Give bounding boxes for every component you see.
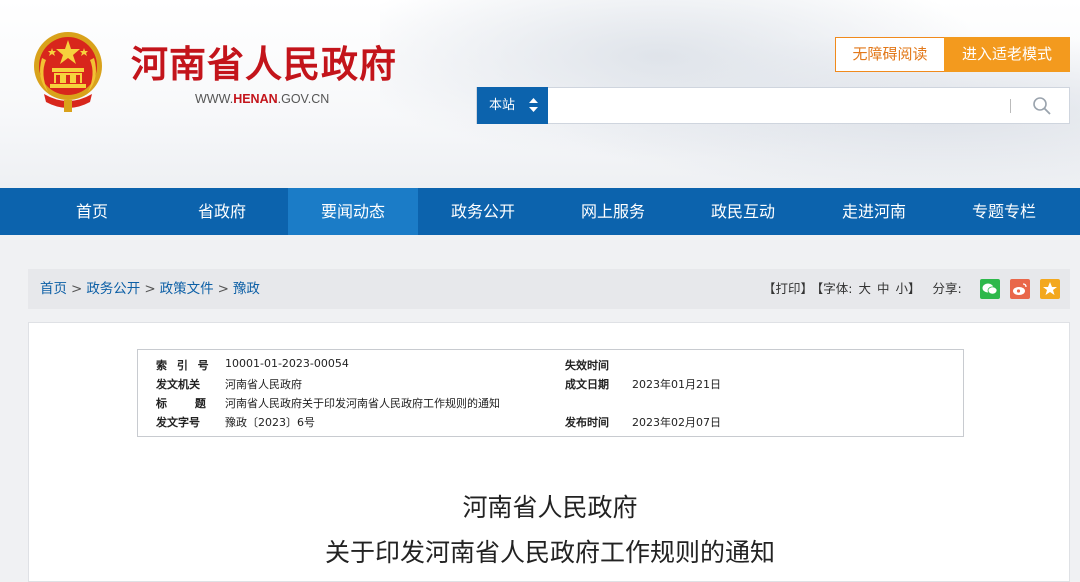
nav-item-government-affairs[interactable]: 政务公开: [418, 188, 548, 235]
meta-created-label: 成文日期: [565, 378, 609, 391]
breadcrumb-separator: >: [217, 281, 229, 297]
meta-index-value: 10001-01-2023-00054: [225, 357, 349, 370]
breadcrumb-policy-documents[interactable]: 政策文件: [160, 281, 214, 297]
meta-docno-label: 发文字号: [156, 416, 200, 429]
search-icon[interactable]: [1032, 96, 1052, 116]
print-button[interactable]: 【打印】: [763, 281, 813, 296]
sort-arrows-icon: [529, 98, 538, 112]
page-tools: 【打印】 【字体: 大中小】 分享:: [763, 269, 966, 309]
font-medium-button[interactable]: 中: [877, 281, 890, 296]
search-scope-select[interactable]: 本站: [477, 87, 548, 124]
document-title-line1: 河南省人民政府: [462, 493, 638, 522]
document-title-line2: 关于印发河南省人民政府工作规则的通知: [324, 538, 775, 567]
favorite-icon[interactable]: [1040, 279, 1060, 299]
meta-expire-label: 失效时间: [565, 359, 609, 372]
breadcrumb-separator: >: [144, 281, 156, 297]
meta-issuer-label: 发文机关: [156, 378, 200, 391]
site-url-host: HENAN: [233, 92, 278, 106]
nav-item-online-services[interactable]: 网上服务: [548, 188, 678, 235]
elder-mode-button[interactable]: 进入适老模式: [944, 37, 1070, 72]
wechat-icon[interactable]: [980, 279, 1000, 299]
breadcrumb-government-affairs[interactable]: 政务公开: [86, 281, 140, 297]
font-size-suffix: 】: [908, 281, 921, 296]
article-content: 索 引 号 10001-01-2023-00054 失效时间 发文机关 河南省人…: [28, 322, 1070, 582]
search-bar: 本站: [476, 87, 1070, 124]
nav-item-interaction[interactable]: 政民互动: [678, 188, 808, 235]
breadcrumb-yuzheng[interactable]: 豫政: [233, 281, 260, 297]
site-header: 河南省人民政府 WWW.HENAN.GOV.CN 无障碍阅读 进入适老模式 本站: [0, 0, 1080, 188]
document-meta-table: 索 引 号 10001-01-2023-00054 失效时间 发文机关 河南省人…: [137, 349, 964, 437]
meta-title-label: 标 题: [156, 397, 218, 410]
font-size-prefix: 【字体:: [817, 281, 853, 296]
font-large-button[interactable]: 大: [858, 281, 871, 296]
site-title[interactable]: 河南省人民政府: [131, 42, 397, 88]
national-emblem-icon[interactable]: [30, 28, 106, 112]
meta-created-value: 2023年01月21日: [632, 378, 721, 391]
meta-published-value: 2023年02月07日: [632, 416, 721, 429]
main-nav: 首页 省政府 要闻动态 政务公开 网上服务 政民互动 走进河南 专题专栏: [0, 188, 1080, 235]
meta-index-label: 索 引 号: [156, 359, 212, 372]
search-input[interactable]: [557, 92, 997, 120]
font-small-button[interactable]: 小: [896, 281, 909, 296]
site-url-suffix: .GOV.CN: [277, 92, 330, 106]
weibo-icon[interactable]: [1010, 279, 1030, 299]
search-divider: [1010, 99, 1011, 113]
meta-published-label: 发布时间: [565, 416, 609, 429]
breadcrumb-home[interactable]: 首页: [40, 281, 67, 297]
accessibility-button[interactable]: 无障碍阅读: [835, 37, 945, 72]
nav-item-about-henan[interactable]: 走进河南: [809, 188, 939, 235]
site-url-prefix: WWW.: [195, 92, 234, 106]
breadcrumb-bar: 首页 > 政务公开 > 政策文件 > 豫政 【打印】 【字体: 大中小】 分享:: [28, 269, 1070, 309]
meta-docno-value: 豫政〔2023〕6号: [225, 416, 315, 429]
site-url[interactable]: WWW.HENAN.GOV.CN: [195, 92, 329, 106]
breadcrumb: 首页 > 政务公开 > 政策文件 > 豫政: [40, 269, 260, 309]
meta-title-value: 河南省人民政府关于印发河南省人民政府工作规则的通知: [225, 397, 500, 410]
nav-item-home[interactable]: 首页: [27, 188, 157, 235]
search-scope-label: 本站: [489, 98, 516, 113]
breadcrumb-separator: >: [71, 281, 83, 297]
meta-issuer-value: 河南省人民政府: [225, 378, 302, 391]
nav-item-provincial-government[interactable]: 省政府: [157, 188, 287, 235]
nav-item-topics[interactable]: 专题专栏: [939, 188, 1069, 235]
nav-item-news[interactable]: 要闻动态: [288, 188, 418, 235]
share-label: 分享:: [932, 281, 962, 296]
